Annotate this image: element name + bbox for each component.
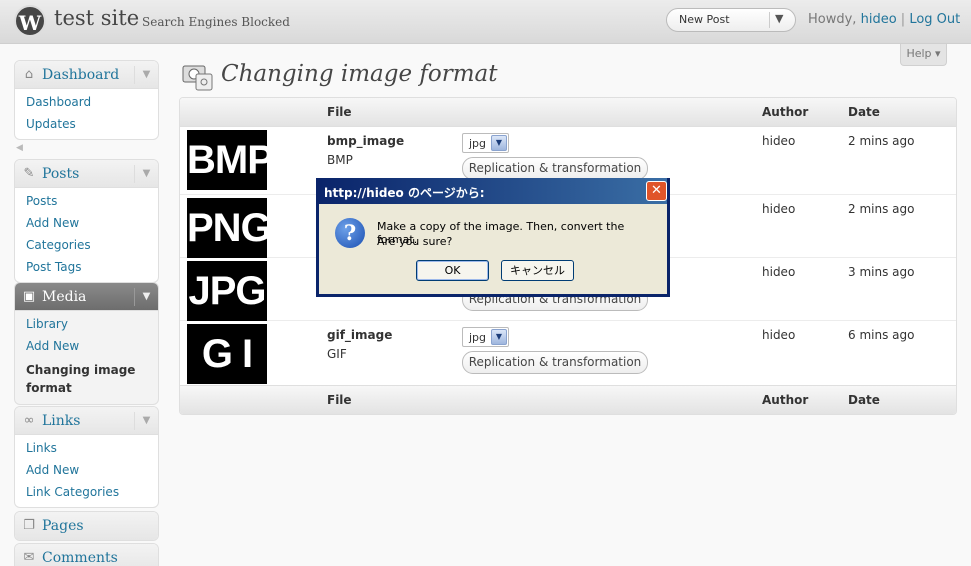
media-camera-icon [182,65,213,91]
wordpress-logo-icon[interactable]: W [14,5,46,37]
dialog-titlebar[interactable]: http://hideo のページから: ✕ [319,178,667,204]
submenu-library[interactable]: Library [15,314,158,336]
format-select[interactable]: jpg ▼ [462,327,509,347]
menu-group-dashboard: ⌂ Dashboard ▼ Dashboard Updates [14,60,159,140]
submenu-link-categories[interactable]: Link Categories [15,482,158,504]
table-header: File Author Date [180,98,956,127]
file-name: bmp_image [327,134,405,148]
menu-group-pages: ❐ Pages [14,511,159,541]
pin-icon: ✎ [23,166,35,181]
dropdown-divider [769,12,770,28]
page-title: Changing image format [221,61,498,87]
image-thumbnail[interactable]: BMP [187,130,267,190]
menu-title-links[interactable]: Links [42,413,80,429]
camera-icon: ▣ [22,289,36,304]
question-icon: ? [335,218,365,248]
menu-title-comments[interactable]: Comments [42,550,118,566]
menu-header-media[interactable]: ▣ Media ▼ [15,283,158,311]
close-icon[interactable]: ✕ [646,181,667,201]
author: hideo [762,134,796,148]
file-type: GIF [327,347,347,361]
submenu-changing-image-format[interactable]: Changing image format [15,358,158,401]
menu-title-posts[interactable]: Posts [42,166,79,182]
date: 2 mins ago [848,134,915,148]
table-footer: File Author Date [180,385,956,414]
home-icon: ⌂ [24,67,34,82]
user-greeting: Howdy, hideo | Log Out [808,12,960,27]
submenu-post-tags[interactable]: Post Tags [15,257,158,279]
date: 6 mins ago [848,328,915,342]
help-tab[interactable]: Help ▾ [900,44,947,66]
column-date: Date [848,105,880,119]
submenu-links[interactable]: Links [15,438,158,460]
menu-title-media[interactable]: Media [42,289,86,305]
file-type: BMP [327,153,353,167]
column-author: Author [762,393,809,407]
admin-header: W test site Search Engines Blocked New P… [0,0,971,44]
date: 2 mins ago [848,202,915,216]
menu-group-links: ∞ Links ▼ Links Add New Link Categories [14,406,159,508]
submenu-dashboard[interactable]: Dashboard [15,92,158,114]
author: hideo [762,328,796,342]
dialog-message: Are you sure? [377,235,453,248]
username-link[interactable]: hideo [861,12,897,27]
format-select-value: jpg [469,331,487,344]
author: hideo [762,202,796,216]
submenu-categories[interactable]: Categories [15,235,158,257]
caret-down-icon[interactable]: ▼ [775,12,783,25]
column-file: File [327,105,352,119]
admin-menu: ⌂ Dashboard ▼ Dashboard Updates ◀ ✎ Post… [14,60,159,566]
menu-header-pages[interactable]: ❐ Pages [15,512,158,540]
howdy-prefix: Howdy, [808,12,857,27]
chain-link-icon: ∞ [23,413,35,428]
submenu-updates[interactable]: Updates [15,114,158,136]
file-name: gif_image [327,328,393,342]
site-visibility-note: Search Engines Blocked [142,15,290,29]
comment-icon: ✉ [23,550,35,565]
menu-header-dashboard[interactable]: ⌂ Dashboard ▼ [15,61,158,89]
site-title[interactable]: test site [54,6,139,30]
pages-icon: ❐ [23,518,35,533]
author: hideo [762,265,796,279]
format-select-value: jpg [469,137,487,150]
table-row: G I F gif_image GIF jpg ▼ Replication & … [180,321,956,385]
chevron-down-icon[interactable]: ▼ [491,329,507,345]
submenu-add-new-post[interactable]: Add New [15,213,158,235]
format-select[interactable]: jpg ▼ [462,133,509,153]
confirm-dialog: http://hideo のページから: ✕ ? Make a copy of … [316,178,670,297]
replicate-transform-button[interactable]: Replication & transformation [462,157,648,180]
chevron-down-icon[interactable]: ▼ [491,135,507,151]
menu-header-posts[interactable]: ✎ Posts ▼ [15,160,158,188]
submenu-posts[interactable]: Posts [15,191,158,213]
ok-button[interactable]: OK [416,260,489,281]
submenu-add-new-link[interactable]: Add New [15,460,158,482]
column-author: Author [762,105,809,119]
logout-link[interactable]: Log Out [909,12,960,27]
new-post-label[interactable]: New Post [679,13,730,26]
dialog-title: http://hideo のページから: [324,186,485,200]
date: 3 mins ago [848,265,915,279]
submenu-add-new-media[interactable]: Add New [15,336,158,358]
cancel-button[interactable]: キャンセル [501,260,574,281]
menu-toggle-icon[interactable]: ▼ [134,412,158,430]
image-thumbnail[interactable]: JPG [187,261,267,321]
column-file: File [327,393,352,407]
menu-toggle-icon[interactable]: ▼ [134,66,158,84]
image-thumbnail[interactable]: PNG [187,198,267,258]
menu-title-pages[interactable]: Pages [42,518,84,534]
menu-group-media: ▣ Media ▼ Library Add New Changing image… [14,282,159,405]
new-post-dropdown[interactable]: New Post ▼ [666,8,796,32]
collapse-menu-icon[interactable]: ◀ [16,143,159,153]
image-thumbnail[interactable]: G I F [187,324,267,384]
menu-header-comments[interactable]: ✉ Comments [15,544,158,566]
menu-header-links[interactable]: ∞ Links ▼ [15,407,158,435]
menu-toggle-icon[interactable]: ▼ [134,288,158,306]
column-date: Date [848,393,880,407]
menu-toggle-icon[interactable]: ▼ [134,165,158,183]
menu-group-posts: ✎ Posts ▼ Posts Add New Categories Post … [14,159,159,283]
menu-group-comments: ✉ Comments [14,543,159,566]
replicate-transform-button[interactable]: Replication & transformation [462,351,648,374]
menu-title-dashboard[interactable]: Dashboard [42,67,119,83]
separator: | [900,12,906,27]
